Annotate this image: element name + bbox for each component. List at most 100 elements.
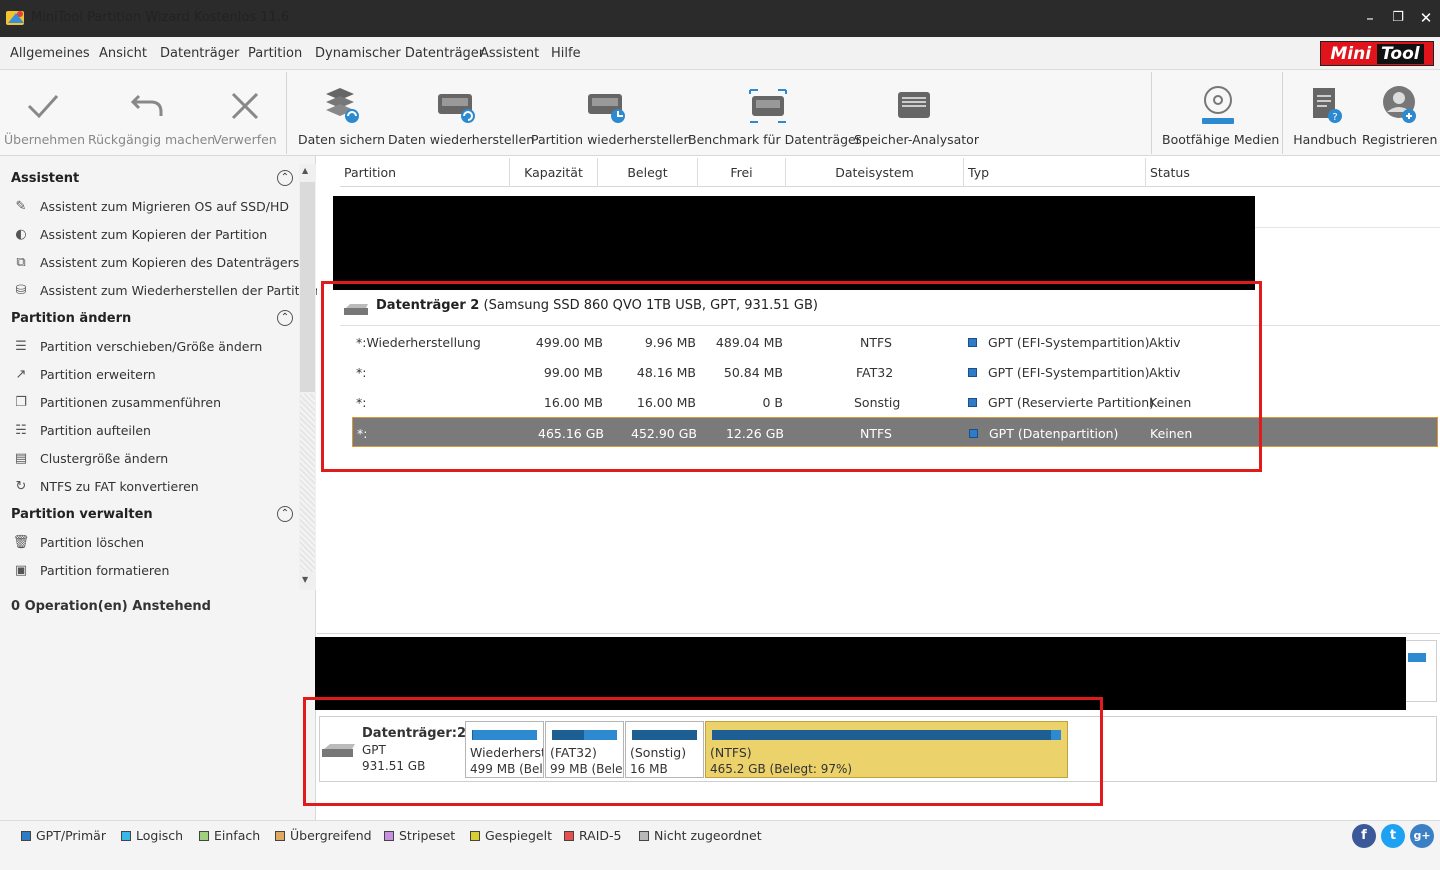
undo-label: Rückgängig machen [88,132,216,147]
menu-partition[interactable]: Partition [248,46,302,61]
close-icon[interactable]: ✕ [1414,6,1438,30]
legend-swatch [470,831,480,841]
disk-card-partial[interactable] [1405,640,1437,702]
toolbar-separator [286,72,287,154]
partition-recovery-icon [588,94,625,123]
highlight-box [303,697,1103,806]
space-analyzer-label: Speicher-Analysator [854,132,979,147]
manual-label: Handbuch [1293,132,1357,147]
collapse-icon[interactable]: ⌃ [277,170,293,186]
highlight-box [321,281,1262,472]
menu-hilfe[interactable]: Hilfe [551,46,581,61]
data-recovery-label: Daten wiederherstellen [388,132,535,147]
apply-button[interactable]: Übernehmen [4,84,85,152]
collapse-icon[interactable]: ⌃ [277,310,293,326]
manual-button[interactable]: ? Handbuch [1292,84,1358,152]
extend-icon: ↗ [15,367,27,382]
undo-button[interactable]: Rückgängig machen [88,84,216,152]
convert-icon: ↻ [15,479,27,494]
sidebar-item-label: Clustergröße ändern [40,451,169,466]
minimize-icon[interactable]: – [1358,6,1382,30]
legend-swatch [199,831,209,841]
legend-label: Stripeset [399,828,456,843]
legend-swatch [121,831,131,841]
partition-recovery-button[interactable]: Partition wiederherstellen [531,84,691,152]
minitool-logo: Mini Tool [1320,41,1434,66]
split-icon: ☵ [15,423,27,438]
column-free[interactable]: Frei [698,158,786,187]
sidebar-item-label: Partition löschen [40,535,145,550]
menu-dynamischer-datentraeger[interactable]: Dynamischer Datenträger [315,46,484,61]
menu-datentraeger[interactable]: Datenträger [160,46,239,61]
manual-icon: ? [1313,88,1342,123]
logo-tool-text: Tool [1377,44,1424,64]
sidebar-item-label: Assistent zum Migrieren OS auf SSD/HD [40,199,289,214]
google-plus-icon[interactable]: g+ [1410,824,1434,848]
data-recovery-button[interactable]: Daten wiederherstellen [388,84,535,152]
svg-text:?: ? [1332,112,1337,123]
sidebar-item-label: Partition erweitern [40,367,156,382]
facebook-icon[interactable]: f [1352,824,1376,848]
sidebar-item-label: Partitionen zusammenführen [40,395,222,410]
toolbar-separator [1282,72,1283,154]
twitter-icon[interactable]: t [1381,824,1405,848]
sidebar-item-label: NTFS zu FAT konvertieren [40,479,199,494]
legend-label: Nicht zugeordnet [654,828,762,843]
redacted-area [333,196,1255,290]
toolbar-separator [1151,72,1152,154]
pending-operations: 0 Operation(en) Anstehend [11,599,211,614]
restore-icon[interactable]: ❐ [1386,6,1410,30]
column-capacity[interactable]: Kapazität [510,158,598,187]
section-title-partition-aendern: Partition ändern [11,311,132,326]
merge-icon: ❐ [15,395,27,410]
sidebar-item-label: Assistent zum Wiederherstellen der Parti… [40,283,319,298]
register-user-icon [1383,86,1416,123]
menu-allgemeines[interactable]: Allgemeines [10,46,90,61]
legend-swatch [384,831,394,841]
cluster-icon: ▤ [14,451,28,466]
register-button[interactable]: Registrieren [1362,84,1438,152]
legend-label: Logisch [136,828,184,843]
discard-button[interactable]: Verwerfen [212,84,278,152]
sidebar-item-label: Assistent zum Kopieren der Partition [40,227,268,242]
backup-button[interactable]: Daten sichern [298,84,386,152]
space-analyzer-icon [898,92,930,118]
partition-usage-bar [1408,653,1426,662]
scroll-down-icon[interactable]: ▼ [302,575,308,584]
trash-icon: 🗑 [12,535,30,550]
undo-icon [130,94,163,116]
copy-partition-icon: ◐ [15,227,27,242]
legend-label: RAID-5 [579,828,622,843]
column-status[interactable]: Status [1146,158,1440,187]
section-title-partition-verwalten: Partition verwalten [11,507,153,522]
legend-label: Gespiegelt [485,828,552,843]
scroll-up-icon[interactable]: ▲ [302,166,308,175]
table-header: Partition Kapazität Belegt Frei Dateisys… [340,158,1440,187]
column-type[interactable]: Typ [964,158,1146,187]
sidebar-item-label: Partition formatieren [40,563,170,578]
bootable-media-icon [1202,86,1234,124]
menu-assistent[interactable]: Assistent [480,46,539,61]
format-icon: ▣ [14,563,28,578]
column-used[interactable]: Belegt [598,158,698,187]
register-label: Registrieren [1362,132,1438,147]
data-backup-icon [326,88,359,123]
sidebar-item-label: Assistent zum Kopieren des Datenträgers [40,255,300,270]
space-analyzer-button[interactable]: Speicher-Analysator [854,84,979,152]
benchmark-button[interactable]: Benchmark für Datenträger [688,84,861,152]
sidebar-scroll-track [300,394,315,572]
section-title-assistent: Assistent [11,171,80,186]
legend-swatch [639,831,649,841]
legend-swatch [275,831,285,841]
menu-ansicht[interactable]: Ansicht [99,46,147,61]
discard-label: Verwerfen [213,132,277,147]
bootable-media-button[interactable]: Bootfähige Medien [1162,84,1279,152]
benchmark-label: Benchmark für Datenträger [688,132,861,147]
column-filesystem[interactable]: Dateisystem [786,158,964,187]
legend-label: GPT/Primär [36,828,106,843]
checkmark-icon [27,94,59,119]
sidebar-scroll-thumb[interactable] [300,182,315,392]
backup-label: Daten sichern [298,132,386,147]
collapse-icon[interactable]: ⌃ [277,506,293,522]
column-partition[interactable]: Partition [340,158,510,187]
